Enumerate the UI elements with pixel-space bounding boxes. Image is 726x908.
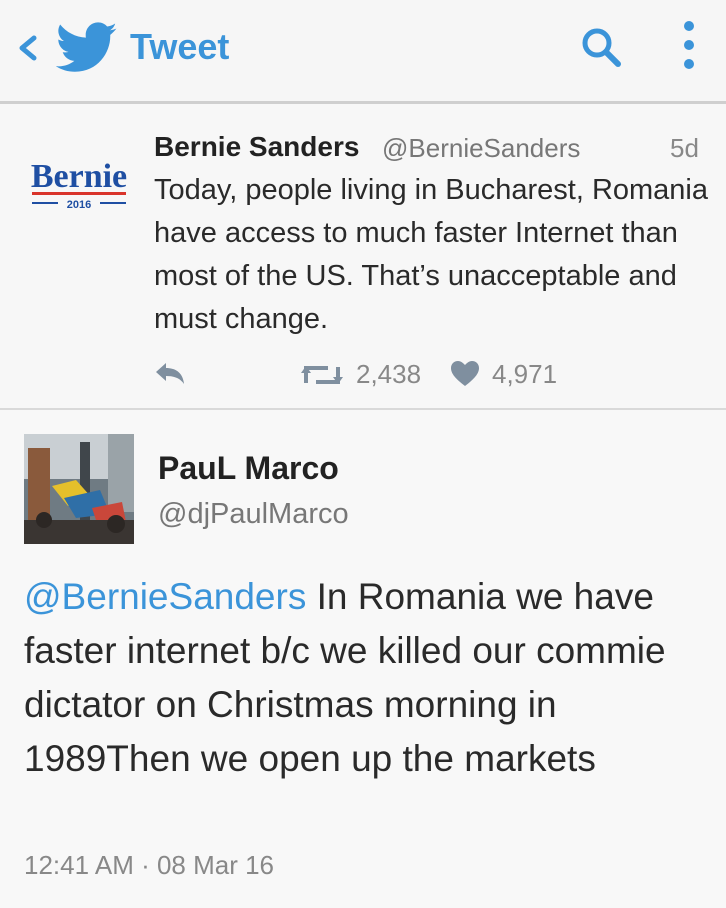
tweet-detail: PauL Marco @djPaulMarco @BernieSanders I… — [0, 410, 726, 908]
tweet-text: @BernieSanders In Romania we have faster… — [24, 570, 714, 786]
avatar[interactable] — [24, 434, 134, 544]
author-name[interactable]: Bernie Sanders — [154, 131, 359, 163]
tweet-bernie[interactable]: Bernie 2016 Bernie Sanders @BernieSander… — [0, 107, 726, 410]
twitter-bird-icon — [56, 22, 117, 72]
more-vertical-icon[interactable] — [676, 14, 702, 76]
top-bar: Tweet — [0, 0, 726, 104]
retweet-icon[interactable] — [300, 361, 344, 389]
logo-name: Bernie — [31, 158, 127, 195]
chevron-left-icon[interactable] — [12, 26, 42, 70]
author-name[interactable]: PauL Marco — [158, 450, 339, 487]
search-icon[interactable] — [578, 24, 624, 70]
tweet-timestamp: 12:41 AM · 08 Mar 16 — [24, 850, 275, 880]
author-handle[interactable]: @BernieSanders — [382, 133, 580, 164]
author-handle[interactable]: @djPaulMarco — [158, 498, 349, 531]
page-title: Tweet — [130, 26, 230, 67]
logo-year: 2016 — [67, 199, 91, 211]
tweet-time: 5d — [670, 133, 699, 163]
mention-link[interactable]: @BernieSanders — [24, 576, 306, 617]
like-count: 4,971 — [492, 359, 558, 389]
retweet-count: 2,438 — [356, 359, 422, 389]
reply-icon[interactable] — [152, 359, 188, 389]
avatar[interactable]: Bernie 2016 — [24, 153, 134, 211]
heart-icon[interactable] — [450, 360, 480, 388]
tweet-text: Today, people living in Bucharest, Roman… — [154, 174, 709, 335]
